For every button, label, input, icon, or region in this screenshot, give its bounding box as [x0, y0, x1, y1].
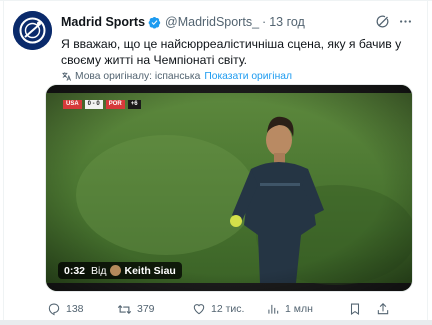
- avatar[interactable]: [13, 11, 52, 50]
- bookmark-icon: [348, 302, 362, 316]
- grok-icon[interactable]: [375, 14, 390, 29]
- divider-top: [0, 0, 432, 1]
- separator-dot: ·: [262, 15, 267, 29]
- show-original-link[interactable]: Показати оригінал: [204, 71, 292, 82]
- divider-left: [3, 0, 4, 325]
- scoreboard-team-left: USA: [63, 100, 82, 109]
- scoreboard: USA 0 - 0 POR +6: [63, 100, 141, 109]
- tweet-actions: 138 379 12 тис. 1 млн: [45, 300, 415, 318]
- heart-icon: [192, 302, 206, 316]
- retweet-count: 379: [137, 303, 155, 315]
- translation-note: Мова оригіналу: іспанська Показати оригі…: [61, 71, 292, 82]
- video-player[interactable]: USA 0 - 0 POR +6 0:32 Від Keith Siau: [45, 84, 413, 292]
- retweet-button[interactable]: 379: [117, 300, 155, 318]
- translate-icon: [61, 71, 72, 82]
- scoreboard-team-right: POR: [105, 100, 125, 109]
- views-icon: [266, 302, 280, 316]
- bookmark-button[interactable]: [348, 300, 362, 318]
- translation-language: Мова оригіналу: іспанська: [75, 71, 201, 82]
- reply-button[interactable]: 138: [47, 300, 84, 318]
- views-count: 1 млн: [285, 303, 313, 315]
- retweet-icon: [117, 302, 132, 317]
- madrid-sports-logo-icon: [13, 11, 52, 50]
- reply-icon: [47, 302, 61, 316]
- video-duration: 0:32: [64, 264, 86, 277]
- video-from-label: Від: [91, 264, 107, 277]
- like-button[interactable]: 12 тис.: [192, 300, 244, 318]
- tweet-header: Madrid Sports @MadridSports_ · 13 год: [61, 13, 305, 31]
- tweet-text: Я вважаю, що це найсюрреалістичніша сцен…: [61, 37, 402, 67]
- share-button[interactable]: [376, 300, 390, 318]
- views-button[interactable]: 1 млн: [266, 300, 313, 318]
- video-duration-badge: 0:32 Від Keith Siau: [58, 262, 182, 279]
- source-avatar: [110, 265, 122, 276]
- reply-count: 138: [66, 303, 84, 315]
- verified-badge-icon: [148, 16, 161, 29]
- share-icon: [376, 302, 390, 316]
- like-count: 12 тис.: [211, 303, 245, 315]
- author-handle[interactable]: @MadridSports_: [165, 15, 259, 29]
- divider-bottom: [0, 320, 432, 325]
- video-from-user[interactable]: Keith Siau: [124, 265, 175, 277]
- scoreboard-score: 0 - 0: [84, 100, 103, 109]
- more-icon[interactable]: [398, 14, 413, 29]
- tweet-time[interactable]: 13 год: [269, 15, 305, 29]
- tweet-card[interactable]: Madrid Sports @MadridSports_ · 13 год Я …: [0, 0, 432, 325]
- video-frame: [46, 85, 412, 291]
- author-name[interactable]: Madrid Sports: [61, 15, 145, 29]
- divider-right: [427, 0, 428, 325]
- scoreboard-extra: +6: [127, 100, 141, 109]
